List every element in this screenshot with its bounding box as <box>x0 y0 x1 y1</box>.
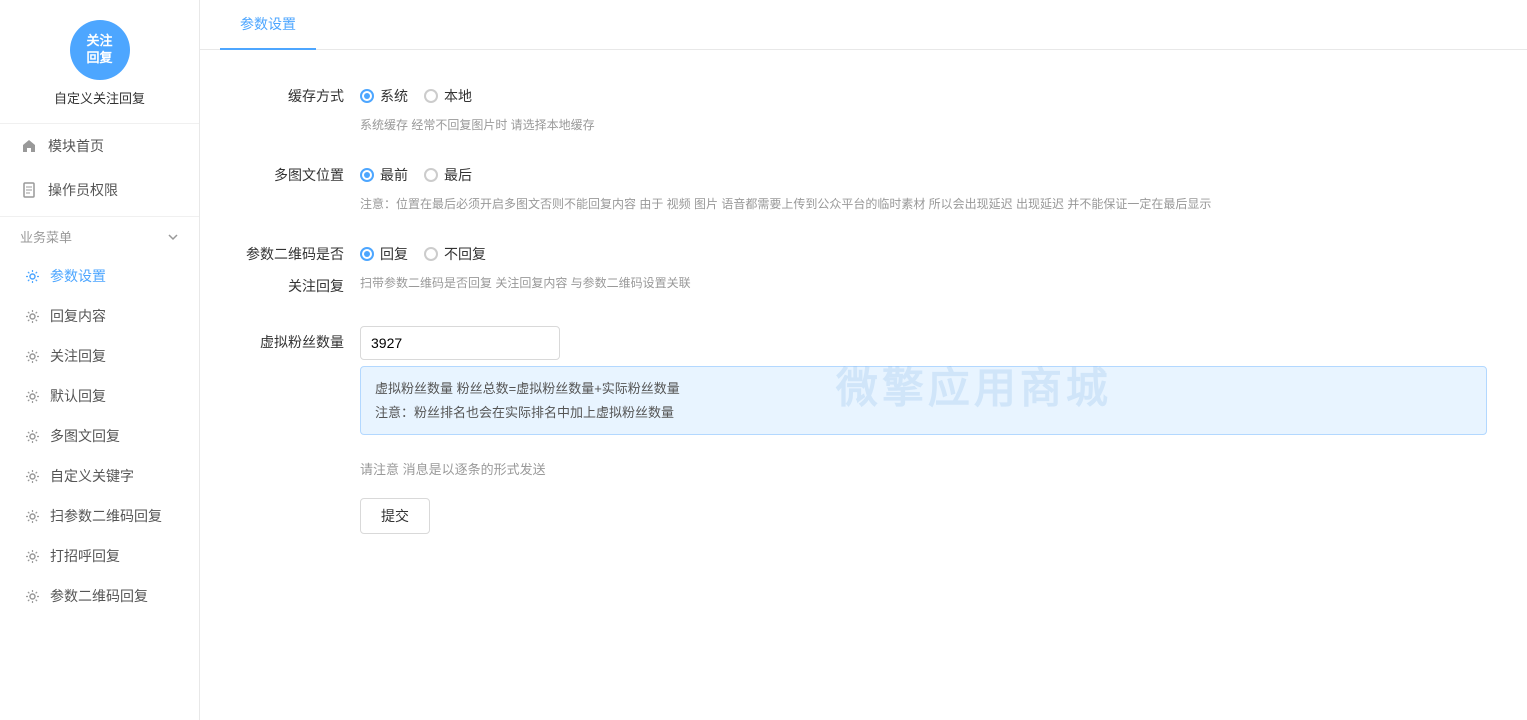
qrcode-radio-group: 回复 不回复 <box>360 238 1487 270</box>
doc-icon <box>20 181 38 199</box>
cache-row: 缓存方式 系统 本地 系统缓存 经常不回复图片时 请选择本地缓存 <box>240 80 1487 135</box>
multiimg-control: 最前 最后 注意：位置在最后必须开启多图文否则不能回复内容 由于 视频 图片 语… <box>360 159 1487 214</box>
qrcode-reply-label: 回复 <box>380 238 408 270</box>
sidebar-item-custom-keyword[interactable]: 自定义关键字 <box>0 456 199 496</box>
permissions-label: 操作员权限 <box>48 180 118 200</box>
sidebar-item-scan-qr[interactable]: 扫参数二维码回复 <box>0 496 199 536</box>
qrcode-label: 参数二维码是否关注回复 <box>240 238 360 302</box>
follow-reply-label: 关注回复 <box>50 346 106 366</box>
cache-hint: 系统缓存 经常不回复图片时 请选择本地缓存 <box>360 116 1487 135</box>
content-area: 微擎应用商城 缓存方式 系统 本地 系统缓存 经常不回复图片时 请选择本地缓存 <box>200 50 1527 720</box>
multiimg-row: 多图文位置 最前 最后 注意：位置在最后必须开启多图文否则不能回复内容 由于 视… <box>240 159 1487 214</box>
cache-local-radio[interactable] <box>424 89 438 103</box>
sidebar-item-reply-content[interactable]: 回复内容 <box>0 296 199 336</box>
sidebar-item-params[interactable]: 参数设置 <box>0 256 199 296</box>
multiimg-last-radio[interactable] <box>424 168 438 182</box>
home-icon <box>20 137 38 155</box>
qrcode-reply-option[interactable]: 回复 <box>360 238 408 270</box>
sidebar-item-default-reply[interactable]: 默认回复 <box>0 376 199 416</box>
sidebar-item-multi-reply[interactable]: 多图文回复 <box>0 416 199 456</box>
multiimg-label: 多图文位置 <box>240 159 360 191</box>
logo-icon: 关注 回复 <box>70 20 130 80</box>
qrcode-row: 参数二维码是否关注回复 回复 不回复 扫带参数二维码是否回复 关注回复内容 与参… <box>240 238 1487 302</box>
param-qr-label: 参数二维码回复 <box>50 586 148 606</box>
cache-local-label: 本地 <box>444 80 472 112</box>
qrcode-noreply-label: 不回复 <box>444 238 486 270</box>
home-label: 模块首页 <box>48 136 104 156</box>
custom-keyword-label: 自定义关键字 <box>50 466 134 486</box>
fans-input[interactable] <box>360 326 560 360</box>
multiimg-first-radio[interactable] <box>360 168 374 182</box>
qrcode-hint: 扫带参数二维码是否回复 关注回复内容 与参数二维码设置关联 <box>360 274 1487 293</box>
fans-info-line1: 虚拟粉丝数量 粉丝总数=虚拟粉丝数量+实际粉丝数量 <box>375 377 1472 400</box>
multiimg-hint: 注意：位置在最后必须开启多图文否则不能回复内容 由于 视频 图片 语音都需要上传… <box>360 195 1487 214</box>
gear-icon-multi <box>24 428 40 444</box>
fans-info-box: 虚拟粉丝数量 粉丝总数=虚拟粉丝数量+实际粉丝数量 注意：粉丝排名也会在实际排名… <box>360 366 1487 435</box>
gear-icon-keyword <box>24 468 40 484</box>
sidebar-logo: 关注 回复 自定义关注回复 <box>0 0 199 124</box>
cache-control: 系统 本地 系统缓存 经常不回复图片时 请选择本地缓存 <box>360 80 1487 135</box>
sidebar-item-greeting[interactable]: 打招呼回复 <box>0 536 199 576</box>
cache-system-radio[interactable] <box>360 89 374 103</box>
submit-row: 提交 <box>240 498 1487 534</box>
submit-button[interactable]: 提交 <box>360 498 430 534</box>
tab-params[interactable]: 参数设置 <box>220 0 316 50</box>
business-menu-section[interactable]: 业务菜单 <box>0 216 199 256</box>
reply-content-label: 回复内容 <box>50 306 106 326</box>
greeting-label: 打招呼回复 <box>50 546 120 566</box>
gear-icon-param-qr <box>24 588 40 604</box>
sidebar-item-follow-reply[interactable]: 关注回复 <box>0 336 199 376</box>
notice-text: 请注意 消息是以逐条的形式发送 <box>240 459 1487 478</box>
sidebar-item-permissions[interactable]: 操作员权限 <box>0 168 199 212</box>
gear-icon-follow <box>24 348 40 364</box>
cache-local-option[interactable]: 本地 <box>424 80 472 112</box>
gear-icon-params <box>24 268 40 284</box>
qrcode-noreply-radio[interactable] <box>424 247 438 261</box>
params-label: 参数设置 <box>50 266 106 286</box>
multiimg-last-option[interactable]: 最后 <box>424 159 472 191</box>
qrcode-control: 回复 不回复 扫带参数二维码是否回复 关注回复内容 与参数二维码设置关联 <box>360 238 1487 293</box>
app-title: 自定义关注回复 <box>54 88 145 107</box>
cache-system-label: 系统 <box>380 80 408 112</box>
fans-label: 虚拟粉丝数量 <box>240 326 360 358</box>
multi-reply-label: 多图文回复 <box>50 426 120 446</box>
section-label: 业务菜单 <box>20 227 72 246</box>
qrcode-reply-radio[interactable] <box>360 247 374 261</box>
gear-icon-reply-content <box>24 308 40 324</box>
multiimg-first-option[interactable]: 最前 <box>360 159 408 191</box>
fans-row: 虚拟粉丝数量 虚拟粉丝数量 粉丝总数=虚拟粉丝数量+实际粉丝数量 注意：粉丝排名… <box>240 326 1487 435</box>
fans-control: 虚拟粉丝数量 粉丝总数=虚拟粉丝数量+实际粉丝数量 注意：粉丝排名也会在实际排名… <box>360 326 1487 435</box>
sidebar-item-home[interactable]: 模块首页 <box>0 124 199 168</box>
fans-info-line2: 注意：粉丝排名也会在实际排名中加上虚拟粉丝数量 <box>375 401 1472 424</box>
cache-system-option[interactable]: 系统 <box>360 80 408 112</box>
gear-icon-default <box>24 388 40 404</box>
multiimg-last-label: 最后 <box>444 159 472 191</box>
chevron-down-icon <box>167 231 179 243</box>
sidebar: 关注 回复 自定义关注回复 模块首页 操作员权限 业务菜单 <box>0 0 200 720</box>
cache-radio-group: 系统 本地 <box>360 80 1487 112</box>
gear-icon-scan <box>24 508 40 524</box>
sidebar-item-param-qr[interactable]: 参数二维码回复 <box>0 576 199 616</box>
default-reply-label: 默认回复 <box>50 386 106 406</box>
qrcode-noreply-option[interactable]: 不回复 <box>424 238 486 270</box>
tab-bar: 参数设置 <box>200 0 1527 50</box>
scan-qr-label: 扫参数二维码回复 <box>50 506 162 526</box>
multiimg-first-label: 最前 <box>380 159 408 191</box>
main-content: 参数设置 微擎应用商城 缓存方式 系统 本地 系统缓存 经常不回复图片时 请选择 <box>200 0 1527 720</box>
multiimg-radio-group: 最前 最后 <box>360 159 1487 191</box>
gear-icon-greeting <box>24 548 40 564</box>
cache-label: 缓存方式 <box>240 80 360 112</box>
